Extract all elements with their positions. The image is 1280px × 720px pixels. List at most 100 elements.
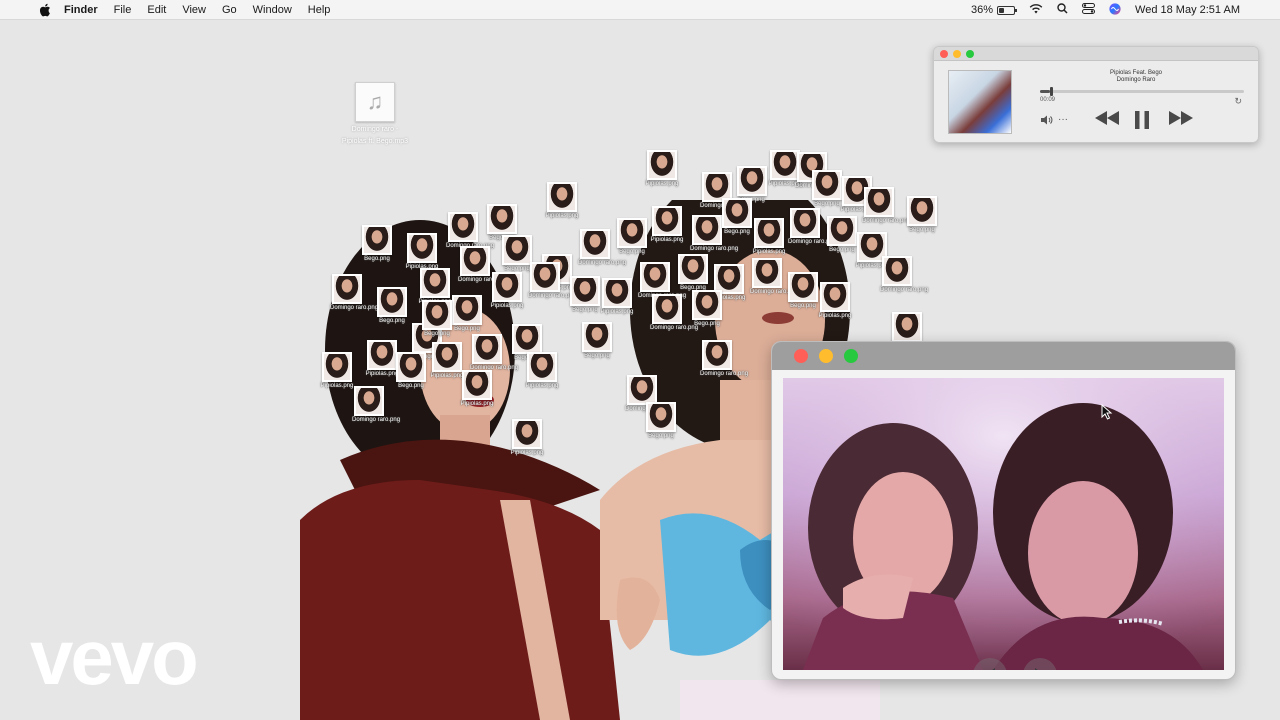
png-file-icon[interactable]: Bego.png <box>720 198 754 236</box>
close-button[interactable] <box>940 49 948 58</box>
png-file-icon[interactable]: Domingo raro.png <box>690 215 738 253</box>
menu-app-finder[interactable]: Finder <box>64 4 98 16</box>
png-thumbnail <box>627 375 657 405</box>
png-thumbnail <box>702 340 732 370</box>
png-thumbnail <box>602 278 632 308</box>
png-file-label: Domingo raro.png <box>862 218 911 224</box>
png-file-icon[interactable]: Pipiolas.png <box>430 342 464 380</box>
menu-view[interactable]: View <box>182 4 206 16</box>
progress-knob[interactable] <box>1050 87 1054 96</box>
png-file-icon[interactable]: Pipiolas.png <box>405 233 439 271</box>
wifi-icon[interactable] <box>1029 3 1043 17</box>
menu-window[interactable]: Window <box>253 4 292 16</box>
png-file-icon[interactable]: Bego.png <box>810 170 844 208</box>
png-file-label: Bego.png <box>694 321 720 327</box>
png-thumbnail <box>692 215 722 245</box>
png-file-icon[interactable]: Pipiolas.png <box>818 282 852 320</box>
png-file-label: Domingo raro.png <box>750 289 799 295</box>
png-thumbnail <box>582 322 612 352</box>
png-file-icon[interactable]: Bego.png <box>615 218 649 256</box>
minimize-button[interactable] <box>819 349 833 363</box>
right-person-lips <box>762 312 794 324</box>
png-file-icon[interactable]: Pipiolas.png <box>545 182 579 220</box>
png-file-icon[interactable]: Pipiolas.png <box>320 352 354 390</box>
png-file-icon[interactable]: Domingo raro.png <box>352 386 400 424</box>
png-file-icon[interactable]: Bego.png <box>568 276 602 314</box>
png-file-icon[interactable]: Domingo raro.png <box>446 212 494 250</box>
png-file-icon[interactable]: Pipiolas.png <box>510 419 544 457</box>
png-file-icon[interactable]: Bego.png <box>420 300 454 338</box>
png-file-label: Bego.png <box>424 331 450 337</box>
png-file-icon[interactable]: Domingo raro.png <box>330 274 378 312</box>
volume-icon[interactable] <box>1040 115 1054 128</box>
menu-edit[interactable]: Edit <box>147 4 166 16</box>
png-file-icon[interactable]: Bego.png <box>825 216 859 254</box>
close-button[interactable] <box>794 349 808 363</box>
png-thumbnail <box>460 246 490 276</box>
png-file-icon[interactable]: Bego.png <box>580 322 614 360</box>
png-file-icon[interactable]: Domingo raro.png <box>862 187 911 225</box>
png-file-icon[interactable]: Pipiolas.png <box>650 206 684 244</box>
png-file-icon[interactable]: Pipiolas.png <box>752 218 786 256</box>
png-file-icon[interactable]: Bego.png <box>450 295 484 333</box>
control-center-icon[interactable] <box>1082 3 1096 17</box>
png-file-icon[interactable]: Pipiolas.png <box>600 278 634 316</box>
png-file-label: Pipiolas.png <box>752 249 786 255</box>
png-thumbnail <box>864 187 894 217</box>
png-thumbnail <box>432 342 462 372</box>
rewind-button[interactable] <box>1094 110 1120 126</box>
png-file-icon[interactable]: Domingo raro.png <box>578 229 627 267</box>
png-file-icon[interactable]: Bego.png <box>360 225 394 263</box>
png-file-icon[interactable]: Domingo raro.png <box>750 258 799 296</box>
png-file-icon[interactable]: Domingo raro.png <box>788 208 836 246</box>
fast-forward-button[interactable] <box>1168 110 1194 126</box>
player-titlebar[interactable] <box>934 47 1258 61</box>
png-file-label: Pipiolas.png <box>818 313 852 319</box>
viewer-titlebar[interactable] <box>772 342 1235 370</box>
png-file-icon[interactable]: Bego.png <box>676 254 710 292</box>
png-file-icon[interactable]: Domingo raro.png <box>700 340 748 378</box>
zoom-button[interactable] <box>966 49 974 58</box>
more-options-icon[interactable]: ··· <box>1058 114 1068 125</box>
png-thumbnail <box>512 419 542 449</box>
png-file-icon[interactable]: Pipiolas.png <box>525 352 559 390</box>
siri-icon[interactable] <box>1109 2 1121 18</box>
minimize-button[interactable] <box>953 49 961 58</box>
png-thumbnail <box>570 276 600 306</box>
png-file-icon[interactable]: Domingo raro.png <box>880 256 928 294</box>
png-file-icon[interactable]: Domingo raro.png <box>528 262 576 300</box>
png-file-icon[interactable]: Bego.png <box>394 352 428 390</box>
png-file-label: Domingo raro.png <box>578 260 627 266</box>
desktop-mp3-file[interactable]: ♫ Domingo raro - Pipiolas ft. Bego.mp3 <box>330 82 420 146</box>
png-file-icon[interactable]: Domingo raro.png <box>470 334 518 372</box>
rewind-icon <box>1095 111 1119 125</box>
battery-status[interactable]: 36% <box>971 4 1018 16</box>
pause-button[interactable] <box>1134 110 1150 130</box>
repeat-icon[interactable]: ↻ <box>1234 96 1242 107</box>
png-file-icon[interactable]: Bego.png <box>905 196 939 234</box>
png-file-icon[interactable]: Bego.png <box>375 287 409 325</box>
png-file-icon[interactable]: Bego.png <box>644 402 678 440</box>
png-file-icon[interactable]: Pipiolas.png <box>645 150 679 188</box>
menu-help[interactable]: Help <box>308 4 331 16</box>
progress-bar[interactable] <box>1040 87 1244 96</box>
png-file-icon[interactable]: Pipiolas.png <box>460 370 494 408</box>
zoom-button[interactable] <box>844 349 858 363</box>
png-file-icon[interactable]: Pipiolas.png <box>490 272 524 310</box>
png-file-label: Bego.png <box>454 326 480 332</box>
desktop-file-name-line2: Pipiolas ft. Bego.mp3 <box>341 138 409 145</box>
menu-clock[interactable]: Wed 18 May 2:51 AM <box>1135 4 1240 16</box>
spotlight-search-icon[interactable] <box>1057 3 1068 17</box>
png-thumbnail <box>892 312 922 342</box>
png-file-icon[interactable]: Domingo raro.png <box>650 294 698 332</box>
png-file-icon[interactable]: Bego.png <box>786 272 820 310</box>
menu-file[interactable]: File <box>114 4 132 16</box>
apple-menu-icon[interactable] <box>38 3 52 17</box>
png-file-label: Pipiolas.png <box>600 309 634 315</box>
png-thumbnail <box>396 352 426 382</box>
png-thumbnail <box>737 166 767 196</box>
png-file-label: Pipiolas.png <box>545 213 579 219</box>
png-file-icon[interactable]: Bego.png <box>690 290 724 328</box>
png-file-icon[interactable]: Domingo raro.png <box>458 246 506 284</box>
menu-go[interactable]: Go <box>222 4 237 16</box>
